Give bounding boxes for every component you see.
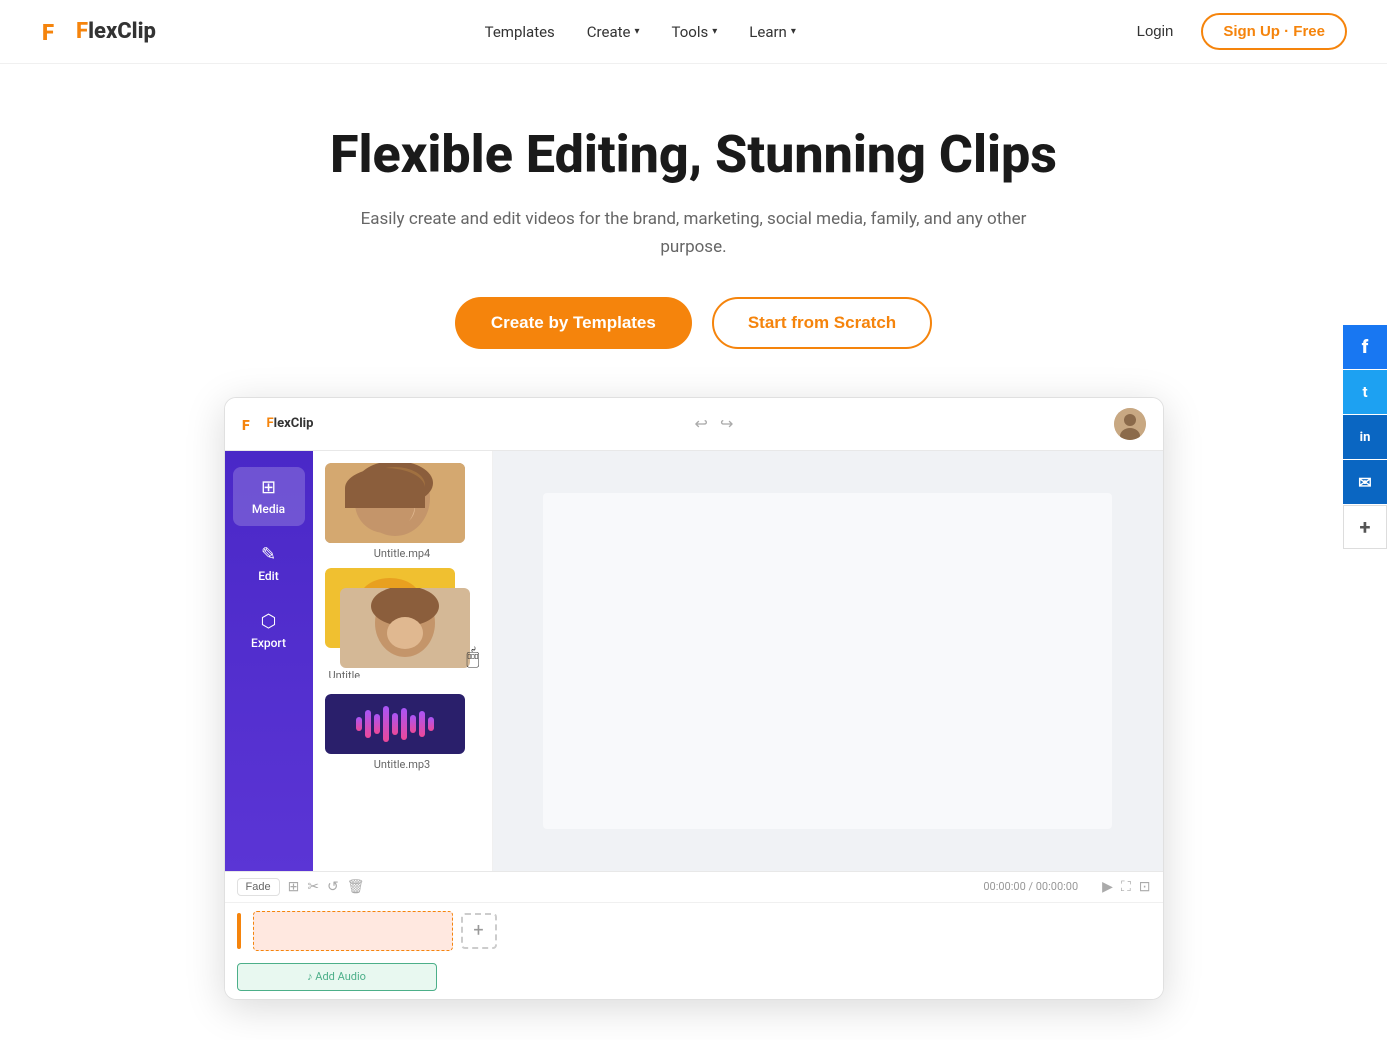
editor-logo: F FlexClip (241, 414, 314, 434)
nav-links: Templates Create Tools Learn (485, 23, 796, 41)
video1-thumb-svg (325, 463, 465, 543)
brand-name: FlexClip (76, 19, 156, 44)
timeline-fullscreen-icon[interactable]: ⛶ (1121, 879, 1131, 895)
canvas-preview (543, 493, 1113, 829)
signup-button[interactable]: Sign Up · Free (1201, 13, 1347, 50)
avatar-image (1114, 408, 1146, 440)
brand-logo[interactable]: F FlexClip (40, 16, 156, 48)
timeline-controls: Fade ⊞ ✂ ↺ 🗑 00:00:00 / 00:00:00 ▶ ⛶ ⊡ (225, 872, 1163, 903)
sidebar-export-label: Export (251, 636, 286, 650)
timeline-video-track: + (225, 903, 1163, 959)
audio-filename: Untitle.mp3 (325, 758, 480, 771)
linkedin-icon: in (1360, 430, 1371, 445)
svg-text:F: F (42, 21, 54, 46)
timeline-ctrl-icon4[interactable]: 🗑 (347, 879, 365, 895)
timeline-settings-icon[interactable]: ⊡ (1139, 879, 1151, 895)
editor-topbar: F FlexClip ↩ ↪ (225, 398, 1163, 451)
hero-section: Flexible Editing, Stunning Clips Easily … (0, 64, 1387, 1040)
fade-button[interactable]: Fade (237, 878, 280, 896)
editor-logo-icon: F (241, 414, 261, 434)
undo-icon[interactable]: ↩ (695, 414, 708, 433)
redo-icon[interactable]: ↪ (720, 414, 733, 433)
editor-brand-name: FlexClip (267, 416, 314, 431)
user-avatar[interactable] (1114, 408, 1146, 440)
cursor-icon: 🖱 (466, 645, 479, 670)
add-audio-label: ♪ Add Audio (307, 970, 366, 983)
nav-tools[interactable]: Tools (672, 23, 718, 41)
media-item-video1[interactable]: Untitle.mp4 (325, 463, 480, 560)
logo-icon: F (40, 16, 72, 48)
video1-thumbnail (325, 463, 465, 543)
hero-title: Flexible Editing, Stunning Clips (20, 124, 1367, 186)
hero-buttons: Create by Templates Start from Scratch (20, 297, 1367, 349)
editor-body: ⊞ Media ✎ Edit ⬡ Export (225, 451, 1163, 871)
start-scratch-button[interactable]: Start from Scratch (712, 297, 932, 349)
audio-thumbnail (325, 694, 465, 754)
login-button[interactable]: Login (1125, 17, 1186, 46)
timeline-clip[interactable] (253, 911, 453, 951)
svg-text:F: F (242, 418, 250, 434)
create-templates-button[interactable]: Create by Templates (455, 297, 692, 349)
video2-thumb-front (340, 588, 470, 668)
plus-icon: + (1360, 515, 1371, 539)
timeline-playhead (237, 913, 241, 949)
timeline-ctrl-icon3[interactable]: ↺ (327, 879, 339, 895)
audio-waveform (356, 706, 434, 742)
twitter-icon: t (1362, 383, 1367, 401)
edit-icon: ✎ (261, 544, 276, 565)
editor-mockup: F FlexClip ↩ ↪ (224, 397, 1164, 1000)
media-item-video2[interactable]: 🖱 Untitle (325, 568, 480, 678)
timeline-audio-track: ♪ Add Audio (225, 959, 1163, 999)
timeline-audio-clip[interactable]: ♪ Add Audio (237, 963, 437, 991)
video1-filename: Untitle.mp4 (325, 547, 480, 560)
sidebar-media-label: Media (252, 502, 285, 516)
nav-create[interactable]: Create (587, 23, 640, 41)
editor-timeline: Fade ⊞ ✂ ↺ 🗑 00:00:00 / 00:00:00 ▶ ⛶ ⊡ +… (225, 871, 1163, 999)
nav-templates[interactable]: Templates (485, 23, 555, 41)
media-icon: ⊞ (261, 477, 276, 498)
sidebar-item-media[interactable]: ⊞ Media (233, 467, 305, 526)
editor-undo-redo: ↩ ↪ (695, 414, 734, 433)
twitter-share-button[interactable]: t (1343, 370, 1387, 414)
video2-filename: Untitle (327, 669, 363, 678)
media-item-audio[interactable]: Untitle.mp3 (325, 694, 480, 771)
sidebar-item-edit[interactable]: ✎ Edit (233, 534, 305, 593)
hero-subtitle: Easily create and edit videos for the br… (354, 206, 1034, 260)
linkedin-share-button[interactable]: in (1343, 415, 1387, 459)
sidebar-edit-label: Edit (258, 569, 278, 583)
timeline-time-display: 00:00:00 / 00:00:00 (983, 880, 1078, 893)
facebook-icon: f (1362, 337, 1369, 358)
email-icon: ✉ (1358, 473, 1371, 492)
navbar: F FlexClip Templates Create Tools Learn … (0, 0, 1387, 64)
export-icon: ⬡ (261, 611, 277, 632)
video2-front-svg (340, 588, 470, 668)
timeline-play-icon[interactable]: ▶ (1102, 879, 1113, 895)
nav-learn[interactable]: Learn (749, 23, 796, 41)
facebook-share-button[interactable]: f (1343, 325, 1387, 369)
email-share-button[interactable]: ✉ (1343, 460, 1387, 504)
timeline-ctrl-icon2[interactable]: ✂ (307, 879, 319, 895)
sidebar-item-export[interactable]: ⬡ Export (233, 601, 305, 660)
editor-canvas (493, 451, 1163, 871)
editor-media-panel: Untitle.mp4 (313, 451, 493, 871)
nav-actions: Login Sign Up · Free (1125, 13, 1347, 50)
social-share-sidebar: f t in ✉ + (1343, 325, 1387, 549)
editor-sidebar: ⊞ Media ✎ Edit ⬡ Export (225, 451, 313, 871)
timeline-ctrl-icon1[interactable]: ⊞ (288, 879, 300, 895)
timeline-add-clip[interactable]: + (461, 913, 497, 949)
more-share-button[interactable]: + (1343, 505, 1387, 549)
